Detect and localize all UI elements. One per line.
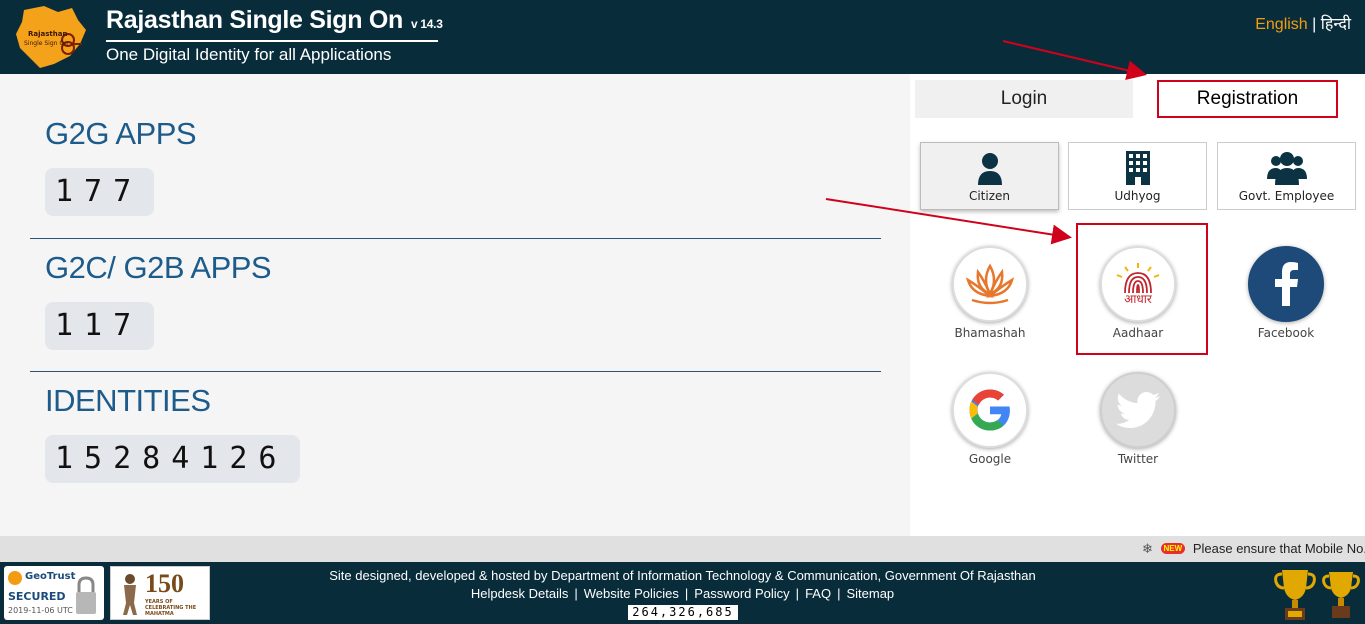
logo-text-bottom: Single Sign On (24, 40, 68, 47)
g2c-g2b-apps-title: G2C/ G2B APPS (45, 250, 272, 285)
tab-registration[interactable]: Registration (1157, 80, 1338, 118)
link-separator: | (837, 586, 841, 601)
facebook-button[interactable]: Facebook (1231, 246, 1341, 356)
trophy-icon (1274, 568, 1316, 624)
trophy-icon (1322, 568, 1360, 624)
g2c-g2b-apps-counter: 117 (45, 302, 155, 350)
ticker-message-row: ❄ NEW Please ensure that Mobile No. (1142, 541, 1365, 557)
twitter-icon (1100, 372, 1176, 448)
footer-links: Helpdesk Details | Website Policies | Passwo… (0, 586, 1365, 601)
news-ticker: ❄ NEW Please ensure that Mobile No. (0, 536, 1365, 562)
version-label: v 14.3 (411, 17, 443, 31)
site-title: Rajasthan Single Sign On v 14.3 (106, 6, 443, 35)
g2g-apps-title: G2G APPS (45, 116, 197, 151)
facebook-label: Facebook (1257, 326, 1315, 340)
site-footer: GeoTrust SECURED 2019-11-06 UTC 150 YEAR… (0, 562, 1365, 624)
lotus-icon (952, 246, 1028, 322)
twitter-button[interactable]: Twitter (1083, 372, 1193, 482)
footer-credit: Site designed, developed & hosted by Dep… (329, 568, 1036, 583)
mahatma-text: YEARS OF CELEBRATING THE MAHATMA (145, 599, 197, 617)
group-icon (1266, 151, 1307, 185)
user-icon (970, 151, 1010, 185)
user-type-label: Citizen (968, 189, 1011, 203)
sitemap-link[interactable]: Sitemap (846, 586, 894, 601)
faq-link[interactable]: FAQ (805, 586, 831, 601)
building-icon (1118, 151, 1158, 185)
visitor-counter: 264,326,685 (628, 605, 738, 620)
helpdesk-link[interactable]: Helpdesk Details (471, 586, 569, 601)
google-icon (952, 372, 1028, 448)
user-type-label: Govt. Employee (1238, 189, 1335, 203)
identities-counter: 15284126 (45, 435, 300, 483)
link-separator: | (574, 586, 578, 601)
link-separator: | (684, 586, 689, 601)
user-type-udhyog[interactable]: Udhyog (1068, 142, 1207, 210)
stats-divider (30, 238, 881, 239)
language-switcher: English | हिन्दी (1255, 12, 1351, 34)
bhamashah-button[interactable]: Bhamashah (935, 246, 1045, 356)
password-policy-link[interactable]: Password Policy (694, 586, 789, 601)
language-separator: | (1312, 16, 1317, 33)
user-type-label: Udhyog (1114, 189, 1161, 203)
site-header: Rajasthan Single Sign On Rajasthan Singl… (0, 0, 1365, 74)
identities-title: IDENTITIES (45, 383, 211, 418)
geotrust-date: 2019-11-06 UTC (8, 606, 73, 615)
google-label: Google (968, 452, 1012, 466)
aadhaar-highlight-box (1076, 223, 1208, 355)
g2g-apps-counter: 177 (45, 168, 155, 216)
bhamashah-label: Bhamashah (954, 326, 1026, 340)
stats-panel: G2G APPS 177 G2C/ G2B APPS 117 IDENTITIE… (0, 74, 910, 536)
ticker-text[interactable]: Please ensure that Mobile No. (1193, 541, 1365, 556)
rajasthan-sso-logo[interactable]: Rajasthan Single Sign On (14, 4, 90, 70)
google-button[interactable]: Google (935, 372, 1045, 482)
twitter-label: Twitter (1117, 452, 1159, 466)
tab-login[interactable]: Login (915, 80, 1133, 118)
snowflake-icon: ❄ (1142, 541, 1153, 556)
stats-divider (30, 371, 881, 372)
website-policies-link[interactable]: Website Policies (584, 586, 679, 601)
user-type-citizen[interactable]: Citizen (920, 142, 1059, 210)
user-type-govt-employee[interactable]: Govt. Employee (1217, 142, 1356, 210)
auth-panel: Login Registration Citizen Udhyog Govt. … (910, 74, 1365, 536)
new-badge: NEW (1160, 543, 1186, 554)
link-separator: | (795, 586, 800, 601)
title-underline (106, 40, 438, 42)
site-title-text: Rajasthan Single Sign On (106, 6, 404, 34)
logo-text-top: Rajasthan (28, 30, 68, 38)
english-link[interactable]: English (1255, 16, 1307, 33)
facebook-icon (1248, 246, 1324, 322)
hindi-link[interactable]: हिन्दी (1321, 16, 1351, 33)
site-subtitle: One Digital Identity for all Application… (106, 45, 392, 64)
